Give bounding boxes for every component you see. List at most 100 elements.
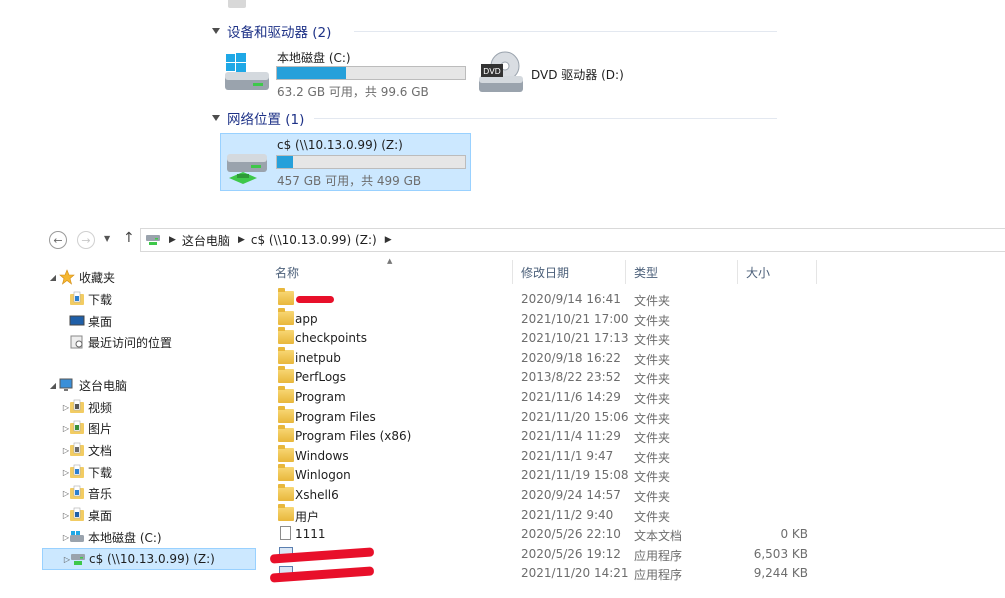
file-type: 文件夹	[634, 352, 671, 367]
nav-item-label: 桌面	[88, 315, 113, 329]
nav-item[interactable]: 桌面	[42, 311, 256, 332]
file-name: Program	[295, 390, 346, 404]
redaction-mark	[296, 296, 334, 303]
file-name: Winlogon	[295, 468, 351, 483]
file-row[interactable]: Program 2021/11/6 14:29 文件夹	[268, 386, 828, 407]
collapse-arrow-icon[interactable]: ◢	[49, 273, 57, 282]
file-row[interactable]: Xshell6 2020/9/24 14:57 文件夹	[268, 484, 828, 505]
file-row[interactable]: Program Files (x86) 2021/11/4 11:29 文件夹	[268, 425, 828, 446]
nav-item-label: 视频	[88, 401, 113, 415]
file-row[interactable]: Windows 2021/11/1 9:47 文件夹	[268, 444, 828, 466]
nav-item[interactable]: ▷ 本地磁盘 (C:)	[42, 527, 256, 548]
nav-item[interactable]: ▷ 下载	[42, 462, 256, 483]
back-button[interactable]: ←	[49, 231, 67, 249]
file-date: 2021/11/20 14:21	[521, 566, 629, 581]
nav-item[interactable]: 最近访问的位置	[42, 332, 256, 353]
file-date: 2020/9/14 16:41	[521, 292, 621, 306]
file-name: Program Files (x86)	[295, 429, 412, 444]
file-name: inetpub	[295, 350, 341, 365]
file-date: 2020/5/26 22:10	[521, 527, 621, 542]
download-folder-icon	[69, 464, 85, 480]
column-header-date[interactable]: 修改日期	[513, 260, 626, 284]
breadcrumb-separator-icon[interactable]: ▶	[169, 235, 176, 245]
breadcrumb-separator-icon[interactable]: ▶	[385, 235, 392, 245]
nav-item[interactable]: ◢ 收藏夹	[42, 267, 256, 288]
nav-item-label: 桌面	[88, 509, 113, 523]
breadcrumb-separator-icon[interactable]: ▶	[238, 235, 245, 245]
breadcrumb-this-pc[interactable]: 这台电脑	[182, 232, 230, 249]
recent-locations-dropdown-icon[interactable]: ▼	[104, 234, 110, 243]
folder-icon	[278, 366, 294, 384]
column-header-type[interactable]: 类型	[626, 260, 738, 284]
file-row[interactable]: Program Files 2021/11/20 15:06 文件夹	[268, 405, 828, 427]
column-header-name[interactable]: 名称 ▲	[267, 257, 513, 284]
star-icon	[59, 269, 75, 285]
collapse-triangle-icon[interactable]	[212, 28, 220, 34]
nav-item[interactable]: ◢ 这台电脑	[42, 375, 256, 396]
nav-item[interactable]: 下载	[42, 289, 256, 310]
file-name: checkpoints	[295, 331, 367, 346]
up-button[interactable]: ↑	[123, 230, 135, 246]
group-header-devices[interactable]: 设备和驱动器 (2)	[212, 20, 777, 42]
collapse-arrow-icon[interactable]: ◢	[49, 381, 57, 390]
file-row[interactable]: inetpub 2020/9/18 16:22 文件夹	[268, 346, 828, 368]
collapse-triangle-icon[interactable]	[212, 115, 220, 121]
documents-folder-icon	[69, 442, 85, 458]
group-header-network[interactable]: 网络位置 (1)	[212, 107, 777, 129]
group-title-network: 网络位置 (1)	[227, 112, 305, 128]
drive-c-usage-bar	[276, 66, 466, 80]
nav-item[interactable]: ▷ 文档	[42, 440, 256, 461]
address-bar[interactable]: ▶ 这台电脑 ▶ c$ (\\10.13.0.99) (Z:) ▶	[140, 228, 1005, 252]
music-folder-icon	[69, 485, 85, 501]
file-row[interactable]: app 2021/10/21 17:00 文件夹	[268, 307, 828, 329]
drive-c[interactable]: 本地磁盘 (C:) 63.2 GB 可用，共 99.6 GB	[221, 46, 471, 100]
nav-item-label: 收藏夹	[79, 271, 116, 285]
file-row[interactable]: PerfLogs 2013/8/22 23:52 文件夹	[268, 366, 828, 387]
nav-item-label: 最近访问的位置	[88, 336, 173, 350]
windows-drive-icon	[225, 53, 269, 90]
file-name: Xshell6	[295, 488, 339, 502]
nav-item[interactable]: ▷ 图片	[42, 418, 256, 439]
nav-item-label: c$ (\\10.13.0.99) (Z:)	[89, 552, 215, 566]
nav-item[interactable]: ▷ 音乐	[42, 483, 256, 504]
file-row[interactable]: checkpoints 2021/10/21 17:13 文件夹	[268, 327, 828, 348]
file-type: 文件夹	[634, 333, 671, 348]
folder-icon	[278, 307, 294, 325]
file-date: 2013/8/22 23:52	[521, 370, 621, 385]
network-drive-icon	[146, 235, 160, 245]
nav-item[interactable]: ▷ 视频	[42, 397, 256, 418]
nav-item-label: 下载	[88, 293, 113, 307]
forward-button[interactable]: →	[77, 231, 95, 249]
file-type: 应用程序	[634, 568, 683, 583]
drive-d[interactable]: DVD DVD 驱动器 (D:)	[477, 46, 727, 100]
file-date: 2021/11/2 9:40	[521, 507, 614, 522]
file-date: 2021/11/20 15:06	[521, 409, 629, 424]
drive-z-free-text: 457 GB 可用，共 499 GB	[277, 174, 422, 188]
pictures-folder-icon	[69, 420, 85, 436]
file-row[interactable]: 1111 2020/5/26 22:10 文本文档 0 KB	[268, 524, 828, 544]
file-row[interactable]: 2021/11/20 14:21 应用程序 9,244 KB	[268, 563, 828, 584]
file-row[interactable]: 用户 2021/11/2 9:40 文件夹	[268, 503, 828, 525]
nav-item[interactable]: ▷ c$ (\\10.13.0.99) (Z:)	[42, 548, 256, 570]
nav-item-label: 下载	[88, 466, 113, 480]
file-type: 文件夹	[634, 509, 671, 524]
column-header-size[interactable]: 大小	[738, 260, 817, 284]
nav-item-label: 音乐	[88, 487, 113, 501]
drive-c-free-text: 63.2 GB 可用，共 99.6 GB	[277, 85, 429, 99]
file-date: 2021/11/6 14:29	[521, 390, 621, 404]
videos-folder-icon	[69, 399, 85, 415]
breadcrumb-z-drive[interactable]: c$ (\\10.13.0.99) (Z:)	[251, 233, 377, 247]
file-date: 2020/9/24 14:57	[521, 488, 621, 502]
file-row[interactable]: Winlogon 2021/11/19 15:08 文件夹	[268, 464, 828, 485]
file-date: 2020/9/18 16:22	[521, 350, 621, 365]
column-header-size-label: 大小	[746, 265, 771, 280]
group-divider	[354, 31, 777, 32]
nav-item[interactable]: ▷ 桌面	[42, 505, 256, 526]
drive-z[interactable]: c$ (\\10.13.0.99) (Z:) 457 GB 可用，共 499 G…	[220, 133, 471, 191]
file-row[interactable]: 2020/9/14 16:41 文件夹	[268, 288, 828, 309]
svg-text:DVD: DVD	[483, 67, 501, 76]
file-date: 2021/10/21 17:00	[521, 311, 629, 326]
file-row[interactable]: 2020/5/26 19:12 应用程序 6,503 KB	[268, 544, 828, 564]
computer-icon	[59, 377, 75, 393]
nav-item-label: 图片	[88, 422, 113, 436]
